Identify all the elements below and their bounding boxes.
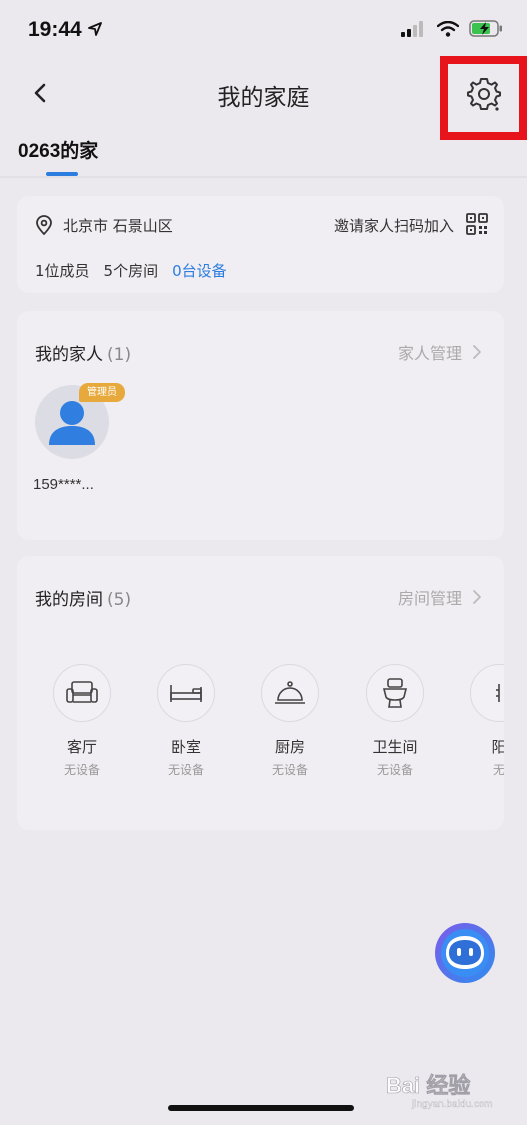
chevron-right-icon: [473, 590, 481, 604]
family-card: 我的家人 (1) 家人管理 管理员 159****...: [17, 311, 504, 540]
assistant-robot-icon[interactable]: [434, 922, 496, 984]
rooms-list: 客厅 无设备 卧室 无设备 厨房 无设备 卫生间 无设备 阳 无: [17, 664, 504, 784]
room-item-living-room[interactable]: 客厅 无设备: [42, 664, 122, 778]
room-device-status: 无设备: [167, 763, 204, 777]
battery-icon: [469, 20, 502, 37]
cloche-icon: [261, 664, 319, 722]
member-count: 1位成员: [35, 262, 90, 280]
home-tabs: 0263的家: [0, 128, 527, 178]
location-arrow-icon: [88, 22, 102, 36]
room-item-balcony[interactable]: 阳 无: [459, 664, 504, 778]
family-section-title: 我的家人 (1): [35, 340, 131, 365]
room-name: 厨房: [274, 738, 305, 756]
home-stats: 1位成员 5个房间 0台设备: [35, 260, 227, 281]
room-item-bedroom[interactable]: 卧室 无设备: [146, 664, 226, 778]
settings-gear-icon[interactable]: [466, 76, 502, 112]
chevron-right-icon: [473, 345, 481, 359]
family-manage-link[interactable]: 家人管理: [398, 340, 482, 364]
invite-family-link[interactable]: 邀请家人扫码加入: [334, 215, 454, 236]
rooms-title: 我的房间: [35, 590, 103, 610]
baidu-jingyan-watermark: Bai 经验 jingyan.baidu.com: [386, 1073, 493, 1110]
nav-bar: 我的家庭: [0, 56, 527, 140]
rooms-card: 我的房间 (5) 房间管理 客厅 无设备 卧室 无设备 厨房 无设备 卫生间 无…: [17, 556, 504, 830]
qr-code-icon[interactable]: [466, 213, 488, 235]
room-count: 5个房间: [103, 262, 159, 280]
location-text[interactable]: 北京市 石景山区: [63, 215, 173, 236]
rooms-count: (5): [107, 590, 132, 610]
family-manage-label: 家人管理: [397, 344, 462, 363]
home-info-card: 北京市 石景山区 邀请家人扫码加入 1位成员 5个房间 0台设备: [17, 196, 504, 293]
watermark-subtext: jingyan.baidu.com: [411, 1099, 493, 1110]
family-count: (1): [107, 345, 132, 365]
family-title: 我的家人: [35, 345, 103, 365]
sofa-icon: [53, 664, 111, 722]
status-bar: 19:44: [0, 0, 527, 64]
room-name: 卫生间: [372, 738, 418, 756]
room-device-status: 无设备: [63, 763, 100, 777]
admin-badge: 管理员: [79, 383, 125, 402]
tab-home-0263[interactable]: 0263的家: [18, 136, 98, 163]
room-item-kitchen[interactable]: 厨房 无设备: [250, 664, 330, 778]
tab-divider: [0, 176, 527, 178]
status-icons: [401, 20, 503, 37]
rooms-manage-link[interactable]: 房间管理: [398, 585, 482, 609]
status-time: 19:44: [28, 18, 82, 41]
room-device-status: 无设备: [376, 763, 413, 777]
rooms-section-title: 我的房间 (5): [35, 585, 131, 610]
location-pin-icon: [36, 215, 52, 235]
signal-icon: [401, 20, 423, 37]
home-indicator: [168, 1105, 354, 1111]
rooms-manage-label: 房间管理: [397, 589, 462, 608]
room-item-bathroom[interactable]: 卫生间 无设备: [355, 664, 435, 778]
bed-icon: [157, 664, 215, 722]
toilet-icon: [366, 664, 424, 722]
room-device-status: 无: [492, 763, 504, 777]
room-name: 阳: [491, 738, 504, 756]
partial-room-icon: [470, 664, 504, 722]
device-count-link[interactable]: 0台设备: [172, 260, 227, 281]
room-device-status: 无设备: [271, 763, 308, 777]
watermark-text: Bai 经验: [386, 1073, 470, 1098]
room-name: 卧室: [170, 738, 201, 756]
wifi-icon: [437, 20, 459, 37]
member-name: 159****...: [33, 476, 94, 493]
room-name: 客厅: [66, 738, 97, 756]
